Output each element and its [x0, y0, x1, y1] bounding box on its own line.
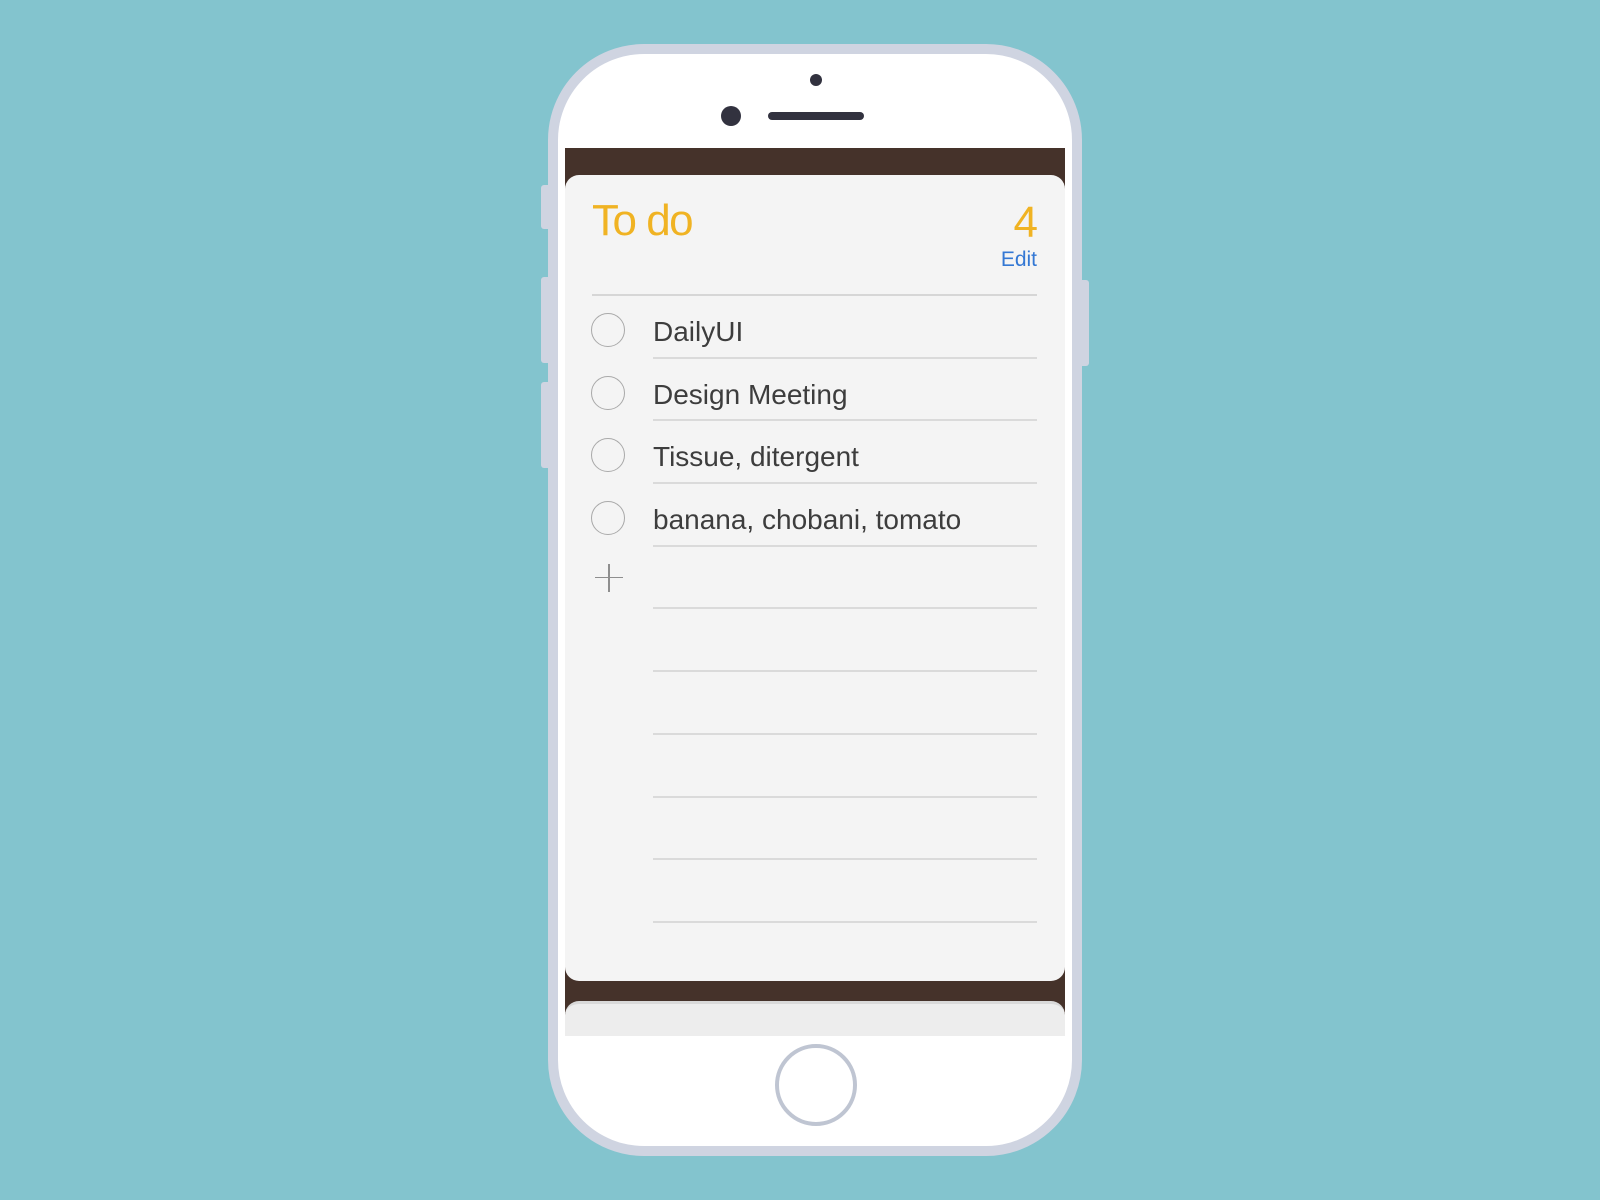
circle-checkbox-icon[interactable] [591, 438, 625, 473]
add-task-row[interactable] [565, 547, 1065, 610]
task-list: DailyUI Design Meeting Tissue, ditergent… [565, 296, 1065, 923]
empty-row[interactable] [565, 735, 1065, 798]
task-count: 4 [1013, 198, 1038, 247]
next-list-card[interactable] [565, 1001, 1065, 1036]
empty-row[interactable] [565, 609, 1065, 673]
circle-checkbox-icon[interactable] [591, 501, 625, 536]
task-label[interactable]: Design Meeting [653, 380, 848, 409]
proximity-sensor-icon [721, 106, 741, 126]
edit-button[interactable]: Edit [1001, 249, 1037, 270]
plus-icon[interactable] [595, 563, 623, 592]
row-divider [653, 920, 1037, 923]
phone-screen: To do 4 Edit DailyUI Design Meeting Tiss… [565, 148, 1065, 1036]
task-label[interactable]: DailyUI [653, 318, 743, 346]
task-label[interactable]: Tissue, ditergent [653, 443, 859, 471]
home-button[interactable] [775, 1044, 857, 1126]
task-row[interactable]: banana, chobani, tomato [565, 484, 1065, 547]
empty-row[interactable] [565, 860, 1065, 923]
task-label[interactable]: banana, chobani, tomato [653, 506, 961, 534]
task-row[interactable]: Tissue, ditergent [565, 421, 1065, 485]
front-camera-icon [810, 74, 822, 86]
list-title: To do [592, 196, 694, 245]
circle-checkbox-icon[interactable] [591, 313, 625, 347]
empty-row[interactable] [565, 672, 1065, 735]
todo-list-card: To do 4 Edit DailyUI Design Meeting Tiss… [565, 175, 1065, 981]
circle-checkbox-icon[interactable] [591, 375, 625, 410]
power-button [1081, 280, 1089, 366]
task-row[interactable]: DailyUI [565, 296, 1065, 359]
task-row[interactable]: Design Meeting [565, 359, 1065, 422]
empty-row[interactable] [565, 798, 1065, 861]
earpiece-speaker-icon [768, 112, 864, 120]
